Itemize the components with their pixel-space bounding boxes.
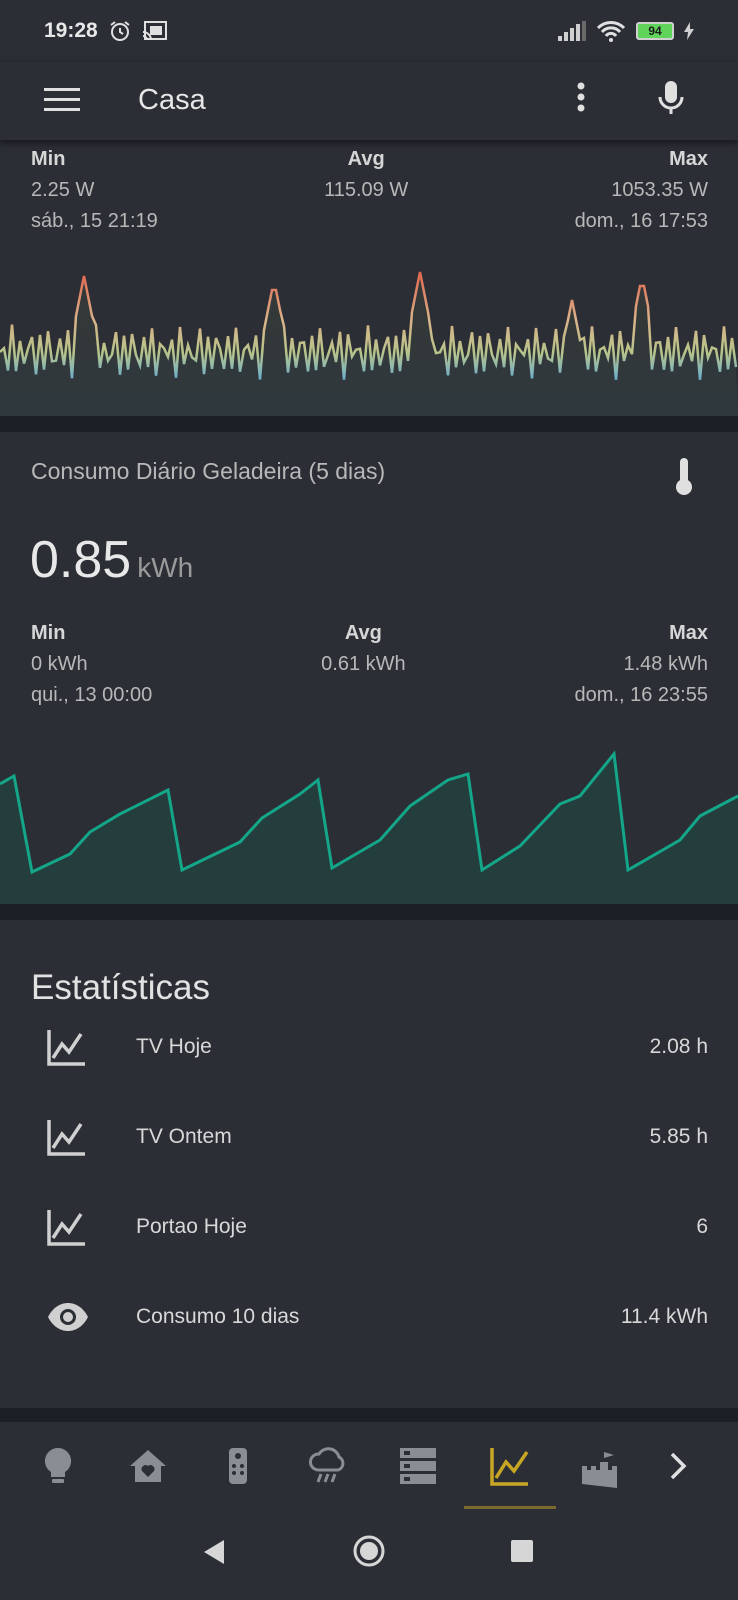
power-sensor-card[interactable]: Min 2.25 W sáb., 15 21:19 Avg 115.09 W M… — [0, 140, 738, 416]
fridge-card-title: Consumo Diário Geladeira (5 dias) — [31, 458, 386, 484]
app-toolbar: Casa — [0, 62, 738, 140]
max-value: 1053.35 W — [611, 179, 708, 201]
statistics-card: Estatísticas TV Hoje 2.08 h TV Ontem 5.8… — [0, 920, 738, 1408]
weather-rainy-icon[interactable] — [306, 1444, 350, 1488]
cast-icon — [142, 21, 167, 41]
min-label: Min — [31, 622, 66, 644]
power-sparkline — [0, 271, 738, 416]
entity-row-consumo-10-dias[interactable]: Consumo 10 dias 11.4 kWh — [0, 1272, 738, 1362]
entity-value: 5.85 h — [649, 1125, 708, 1148]
entity-value: 6 — [696, 1215, 708, 1238]
min-value: 2.25 W — [31, 179, 95, 201]
entity-name: Consumo 10 dias — [136, 1305, 300, 1328]
chart-line-icon — [47, 1210, 85, 1246]
fridge-current-value: 0.85 kWh — [30, 530, 193, 590]
avg-label: Avg — [344, 622, 382, 644]
signal-icon — [558, 21, 586, 41]
recents-icon[interactable] — [510, 1539, 534, 1563]
remote-icon[interactable] — [216, 1444, 260, 1488]
max-time: dom., 16 17:53 — [574, 210, 708, 232]
entity-value: 11.4 kWh — [620, 1305, 708, 1328]
more-vert-icon[interactable] — [574, 78, 588, 118]
min-label: Min — [31, 148, 66, 170]
fridge-sparkline — [0, 750, 738, 904]
thermometer-icon — [676, 458, 692, 495]
max-label: Max — [669, 622, 708, 644]
home-heart-icon[interactable] — [126, 1444, 170, 1488]
avg-value: 115.09 W — [324, 179, 409, 201]
status-time: 19:28 — [44, 19, 98, 42]
alarm-icon — [110, 21, 130, 41]
entity-name: TV Ontem — [136, 1125, 232, 1148]
castle-icon[interactable] — [578, 1444, 622, 1488]
active-tab-indicator — [464, 1506, 556, 1509]
entity-value: 2.08 h — [649, 1035, 708, 1058]
battery-level: 94 — [648, 24, 662, 38]
microphone-icon[interactable] — [656, 78, 686, 118]
page-title: Casa — [138, 84, 206, 116]
entity-name: Portao Hoje — [136, 1215, 247, 1238]
fridge-value: 0.85 — [30, 531, 132, 589]
eye-icon — [48, 1303, 88, 1331]
server-icon[interactable] — [396, 1444, 440, 1488]
battery-indicator: 94 — [636, 22, 674, 40]
lightbulb-icon[interactable] — [36, 1444, 80, 1488]
back-icon[interactable] — [202, 1538, 226, 1566]
chevron-right-icon[interactable] — [656, 1444, 700, 1488]
min-value: 0 kWh — [31, 653, 88, 675]
max-time: dom., 16 23:55 — [574, 684, 708, 706]
status-bar: 19:28 94 — [0, 0, 738, 62]
chart-line-icon — [47, 1030, 85, 1066]
fridge-consumption-card[interactable]: Consumo Diário Geladeira (5 dias) 0.85 kW… — [0, 432, 738, 904]
entity-row-tv-hoje[interactable]: TV Hoje 2.08 h — [0, 1002, 738, 1092]
fridge-unit: kWh — [137, 552, 194, 583]
max-value: 1.48 kWh — [623, 653, 708, 675]
bottom-nav — [0, 1422, 738, 1512]
power-stats: Min 2.25 W sáb., 15 21:19 Avg 115.09 W M… — [31, 144, 708, 237]
menu-icon[interactable] — [44, 86, 80, 114]
fridge-area — [0, 754, 738, 904]
min-time: sáb., 15 21:19 — [31, 210, 158, 232]
min-time: qui., 13 00:00 — [31, 684, 153, 706]
wifi-icon — [596, 21, 626, 42]
chart-line-icon — [47, 1120, 85, 1156]
home-circle-icon[interactable] — [352, 1534, 386, 1568]
charging-icon — [684, 22, 694, 40]
entity-row-portao-hoje[interactable]: Portao Hoje 6 — [0, 1182, 738, 1272]
system-nav-bar — [0, 1512, 738, 1600]
avg-value: 0.61 kWh — [321, 653, 406, 675]
avg-label: Avg — [347, 148, 385, 170]
max-label: Max — [669, 148, 708, 170]
chart-line-icon[interactable] — [488, 1444, 532, 1488]
fridge-stats: Min 0 kWh qui., 13 00:00 Avg 0.61 kWh Ma… — [31, 618, 708, 711]
entity-name: TV Hoje — [136, 1035, 212, 1058]
entity-row-tv-ontem[interactable]: TV Ontem 5.85 h — [0, 1092, 738, 1182]
